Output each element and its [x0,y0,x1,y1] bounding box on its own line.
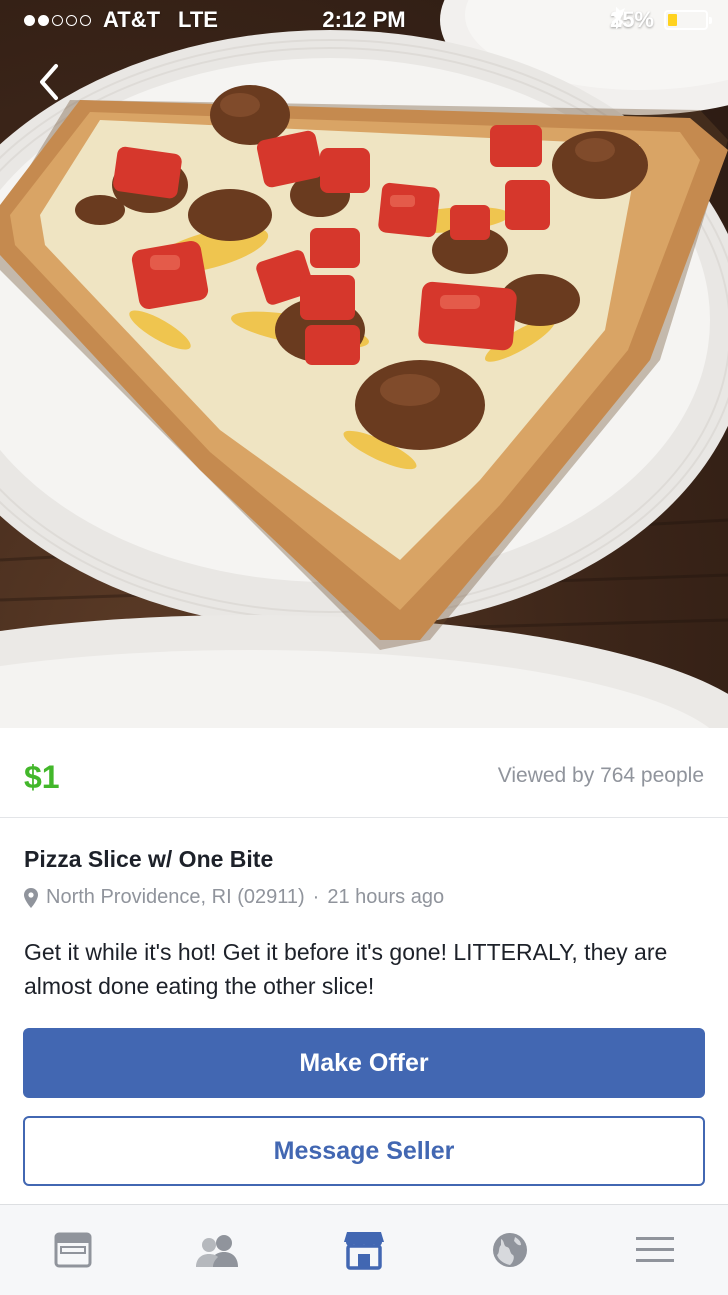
tab-notifications[interactable] [470,1210,550,1290]
chevron-left-icon [40,64,58,100]
battery-icon [664,10,712,30]
message-seller-button[interactable]: Message Seller [23,1116,705,1186]
listing-title: Pizza Slice w/ One Bite [24,846,274,872]
listing-description: Get it while it's hot! Get it before it'… [24,939,668,999]
marketplace-icon [343,1232,384,1270]
meta-separator: · [312,886,320,908]
back-button[interactable] [30,58,70,106]
marketplace-listing-screen: AT&T LTE 2:12 PM 25% $1 Viewed by 764 pe… [0,0,728,1295]
price-row: $1 Viewed by 764 people [0,728,728,818]
news-feed-icon [54,1232,92,1268]
bluetooth-icon [611,7,624,29]
tab-friends[interactable] [178,1210,258,1290]
listing-location[interactable]: North Providence, RI (02911) [46,886,305,909]
pizza-slice-photo [0,0,728,728]
listing-price: $1 [24,759,60,795]
view-count: Viewed by 764 people [497,764,704,787]
tab-news-feed[interactable] [33,1210,113,1290]
status-right: 25% [610,7,712,33]
status-bar: AT&T LTE 2:12 PM 25% [0,0,728,40]
globe-icon [492,1233,527,1267]
listing-photo[interactable]: AT&T LTE 2:12 PM 25% [0,0,728,728]
location-row: North Providence, RI (02911) · 21 hours … [24,886,444,909]
map-pin-icon [24,887,38,908]
tab-marketplace[interactable] [324,1210,404,1290]
friends-icon [196,1235,239,1267]
tab-bar [0,1204,728,1295]
make-offer-button[interactable]: Make Offer [23,1028,705,1098]
tab-menu[interactable] [615,1210,695,1290]
menu-icon [636,1237,675,1262]
listing-posted-time: 21 hours ago [327,886,445,908]
